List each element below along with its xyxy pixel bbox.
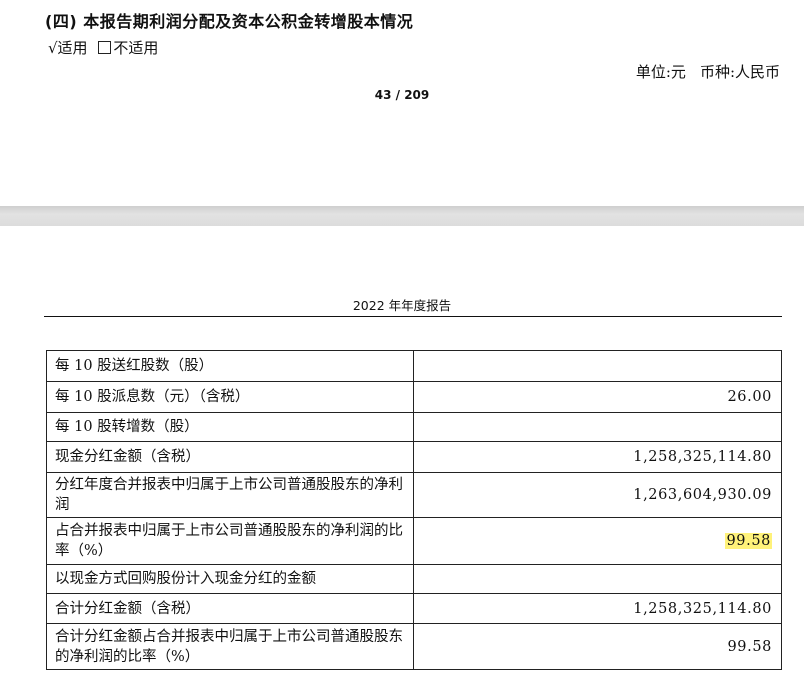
header-rule [44,316,782,317]
applicable-option: √适用 [48,39,88,57]
page-separator [0,206,804,226]
unit-label: 单位:元 [635,63,686,81]
row-value [413,564,782,594]
row-value [413,350,782,382]
table-row: 分红年度合并报表中归属于上市公司普通股股东的净利润 1,263,604,930.… [46,472,782,518]
table-row: 合计分红金额占合并报表中归属于上市公司普通股股东的净利润的比率（%） 99.58 [46,623,782,670]
currency-label: 币种:人民币 [699,63,780,81]
row-value: 1,263,604,930.09 [413,472,782,518]
row-value-highlighted: 99.58 [413,517,782,565]
row-label: 占合并报表中归属于上市公司普通股股东的净利润的比率（%） [46,517,414,565]
table-row: 每 10 股派息数（元）（含税） 26.00 [46,381,782,413]
row-value: 1,258,325,114.80 [413,593,782,624]
not-applicable-label: 不适用 [113,39,159,57]
checkbox-empty-icon [98,41,112,54]
unit-currency-line: 单位:元 币种:人民币 [622,61,780,82]
report-header: 2022 年年度报告 [352,298,452,313]
row-label: 现金分红金额（含税） [46,441,414,473]
row-value [413,412,782,442]
applicability-options: √适用 不适用 [48,37,170,58]
row-label: 分红年度合并报表中归属于上市公司普通股股东的净利润 [46,472,414,518]
row-label: 合计分红金额占合并报表中归属于上市公司普通股股东的净利润的比率（%） [46,623,414,670]
row-label: 每 10 股送红股数（股） [46,350,414,382]
table-row: 合计分红金额（含税） 1,258,325,114.80 [46,593,782,624]
not-applicable-option: 不适用 [98,39,164,57]
highlighted-value: 99.58 [725,533,772,549]
row-value: 26.00 [413,381,782,413]
row-label: 每 10 股派息数（元）（含税） [46,381,414,413]
row-value: 99.58 [413,623,782,670]
table-row: 现金分红金额（含税） 1,258,325,114.80 [46,441,782,473]
section-title: (四) 本报告期利润分配及资本公积金转增股本情况 [45,12,414,31]
row-value: 1,258,325,114.80 [413,441,782,473]
page-number: 43 / 209 [374,88,430,102]
row-label: 每 10 股转增数（股） [46,412,414,442]
table-row: 每 10 股送红股数（股） [46,350,782,382]
table-row: 占合并报表中归属于上市公司普通股股东的净利润的比率（%） 99.58 [46,517,782,565]
row-label: 以现金方式回购股份计入现金分红的金额 [46,564,414,594]
table-row: 每 10 股转增数（股） [46,412,782,442]
table-row: 以现金方式回购股份计入现金分红的金额 [46,564,782,594]
row-label: 合计分红金额（含税） [46,593,414,624]
profit-distribution-table: 每 10 股送红股数（股） 每 10 股派息数（元）（含税） 26.00 每 1… [46,350,782,670]
